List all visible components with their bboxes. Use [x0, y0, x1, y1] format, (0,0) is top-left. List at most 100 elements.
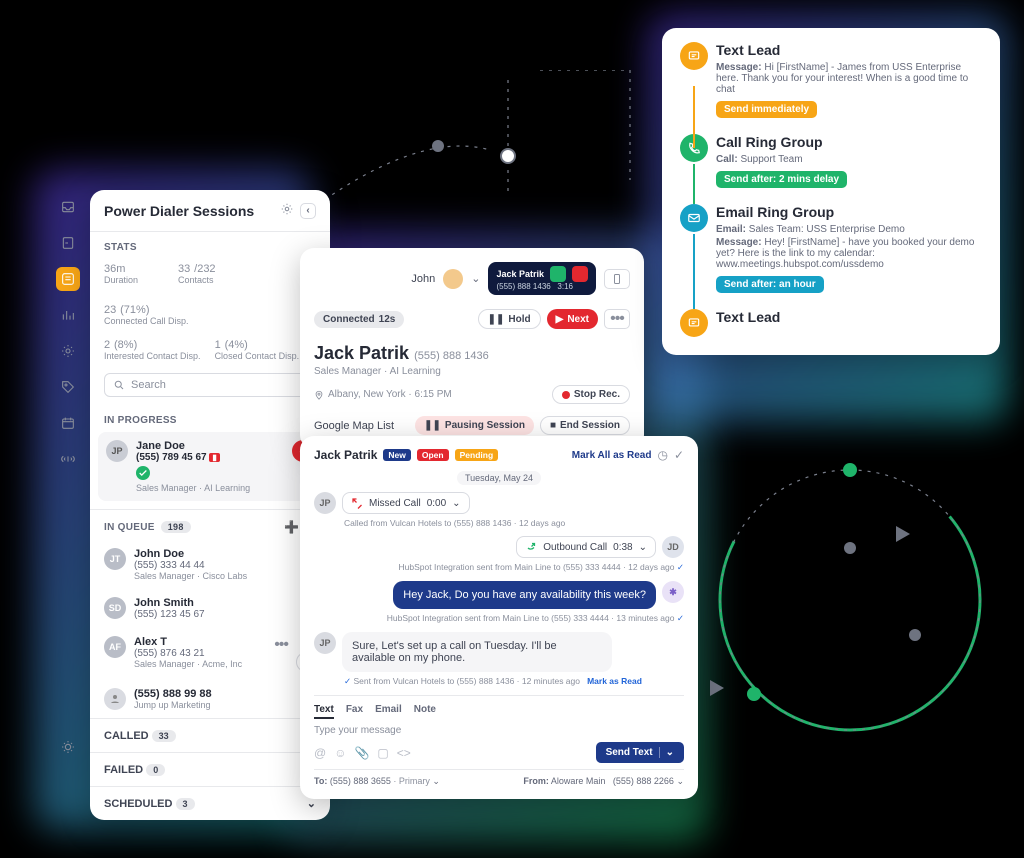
sequence-step[interactable]: Email Ring Group Email: Sales Team: USS E…	[680, 204, 986, 293]
avatar-unknown-icon	[104, 688, 126, 710]
outgoing-message: Hey Jack, Do you have any availability t…	[393, 581, 656, 609]
step-title: Call Ring Group	[716, 134, 986, 150]
rail-phone-icon[interactable]	[56, 231, 80, 255]
missed-call-pill[interactable]: Missed Call 0:00 ⌄	[342, 492, 470, 514]
next-button[interactable]: ▶ Next	[547, 309, 598, 329]
send-timing-pill: Send immediately	[716, 101, 817, 118]
chevron-down-icon[interactable]: ⌄	[471, 272, 480, 285]
pin-icon	[314, 390, 324, 400]
user-avatar[interactable]	[443, 269, 463, 289]
collapse-button[interactable]: ‹	[300, 203, 316, 219]
outbound-call-icon	[525, 541, 537, 553]
queue-count: 198	[161, 521, 191, 533]
scheduled-accordion[interactable]: SCHEDULED 3⌄	[90, 786, 330, 820]
date-divider: Tuesday, May 24	[457, 471, 541, 485]
hangup-icon[interactable]	[572, 266, 588, 282]
step-text: Message: Hi [FirstName] - James from USS…	[716, 62, 986, 95]
step-text: Email: Sales Team: USS Enterprise Demo	[716, 224, 986, 235]
tab-fax[interactable]: Fax	[346, 704, 363, 719]
sequence-step[interactable]: Text Lead	[680, 309, 986, 325]
tag-pending: Pending	[455, 449, 499, 461]
called-accordion[interactable]: CALLED 33⌄	[90, 718, 330, 752]
rail-broadcast-icon[interactable]	[56, 447, 80, 471]
tag-open: Open	[417, 449, 449, 461]
snippet-icon[interactable]: <>	[397, 746, 411, 760]
rail-tag-icon[interactable]	[56, 375, 80, 399]
pause-session-button[interactable]: ❚❚ Pausing Session	[415, 416, 534, 435]
active-contact[interactable]: JP Jane Doe (555) 789 45 67 ▮ Sales Mana…	[98, 432, 322, 501]
queue-item[interactable]: AF Alex T(555) 876 43 21Sales Manager · …	[90, 628, 330, 680]
sequence-panel: Text Lead Message: Hi [FirstName] - James…	[662, 28, 1000, 355]
sequence-step[interactable]: Text Lead Message: Hi [FirstName] - James…	[680, 42, 986, 118]
tab-email[interactable]: Email	[375, 704, 402, 719]
tag-new: New	[383, 449, 410, 461]
gear-icon[interactable]	[280, 202, 294, 219]
step-text: Call: Support Team	[716, 154, 986, 165]
add-user-icon[interactable]: ➕	[284, 520, 299, 534]
queue-item[interactable]: (555) 888 99 88Jump up Marketing	[90, 680, 330, 718]
check-icon[interactable]: ✓	[674, 448, 684, 462]
active-status-icon	[136, 466, 150, 480]
held-badge-icon: ▮	[209, 453, 219, 462]
rail-settings-icon[interactable]	[56, 339, 80, 363]
conversation-panel: Jack Patrik New Open Pending Mark All as…	[300, 436, 698, 799]
power-dialer-panel: Power Dialer Sessions ‹ STATS 36mDuratio…	[90, 190, 330, 820]
active-call-panel: John ⌄ Jack Patrik (555) 888 1436 3:16 C…	[300, 248, 644, 449]
queue-item[interactable]: JT John Doe(555) 333 44 44Sales Manager …	[90, 540, 330, 589]
mail-icon	[680, 204, 708, 232]
rail-reports-icon[interactable]	[56, 303, 80, 327]
outbound-call-pill[interactable]: Outbound Call 0:38 ⌄	[516, 536, 656, 558]
sms-icon	[680, 42, 708, 70]
sms-icon	[680, 309, 708, 337]
sequence-step[interactable]: Call Ring Group Call: Support Team Send af…	[680, 134, 986, 188]
hold-button[interactable]: ❚❚ Hold	[478, 309, 541, 329]
avatar: JP	[106, 440, 128, 462]
device-icon[interactable]	[604, 269, 630, 289]
queue-item[interactable]: SD John Smith(555) 123 45 67	[90, 589, 330, 628]
timer-icon[interactable]: ◷	[657, 448, 667, 462]
panel-title: Power Dialer Sessions	[104, 203, 254, 219]
tab-text[interactable]: Text	[314, 704, 334, 719]
contact-name: Jack Patrik (555) 888 1436	[314, 343, 630, 364]
map-list-link[interactable]: Google Map List	[314, 420, 394, 432]
compose-input[interactable]: Type your message	[314, 719, 684, 742]
rail-dialer-icon[interactable]	[56, 267, 80, 291]
step-title: Text Lead	[716, 42, 986, 58]
composer: Text Fax Email Note Type your message @ …	[314, 695, 684, 787]
mention-icon[interactable]: @	[314, 746, 326, 760]
mark-read[interactable]: Mark as Read	[587, 676, 642, 686]
incoming-message: Sure, Let's set up a call on Tuesday. I'…	[342, 632, 612, 672]
current-user: John	[411, 273, 435, 285]
queue-header: IN QUEUE	[104, 522, 155, 533]
step-text: Message: Hey! [FirstName] - have you boo…	[716, 237, 986, 270]
integration-avatar-icon: ✱	[662, 581, 684, 603]
rail-theme-icon[interactable]	[56, 735, 80, 759]
stats-header: STATS	[90, 232, 330, 259]
status-chip: Connected12s	[314, 311, 404, 328]
rail-calendar-icon[interactable]	[56, 411, 80, 435]
in-progress-header: IN PROGRESS	[90, 405, 330, 432]
end-session-button[interactable]: ■ End Session	[540, 416, 630, 435]
stop-rec-button[interactable]: Stop Rec.	[552, 385, 630, 404]
step-title: Text Lead	[716, 309, 986, 325]
missed-call-icon	[351, 497, 363, 509]
mark-all-read[interactable]: Mark All as Read	[572, 450, 652, 461]
call-keypad-chip[interactable]: Jack Patrik (555) 888 1436 3:16	[488, 262, 596, 295]
more-icon[interactable]: •••	[274, 636, 288, 654]
send-timing-pill: Send after: an hour	[716, 276, 824, 293]
answer-icon[interactable]	[550, 266, 566, 282]
location-text: Albany, New York · 6:15 PM	[314, 389, 452, 400]
send-timing-pill: Send after: 2 mins delay	[716, 171, 847, 188]
emoji-icon[interactable]: ☺	[334, 746, 346, 760]
attach-icon[interactable]: 📎	[354, 746, 369, 760]
chat-title: Jack Patrik	[314, 448, 377, 462]
step-title: Email Ring Group	[716, 204, 986, 220]
template-icon[interactable]: ▢	[377, 746, 388, 760]
tab-note[interactable]: Note	[414, 704, 436, 719]
rail-inbox-icon[interactable]	[56, 195, 80, 219]
send-text-button[interactable]: Send Text⌄	[596, 742, 684, 763]
more-button[interactable]: •••	[604, 309, 630, 329]
search-input[interactable]: Search	[104, 373, 316, 397]
search-icon	[113, 379, 125, 391]
failed-accordion[interactable]: FAILED 0⌄	[90, 752, 330, 786]
